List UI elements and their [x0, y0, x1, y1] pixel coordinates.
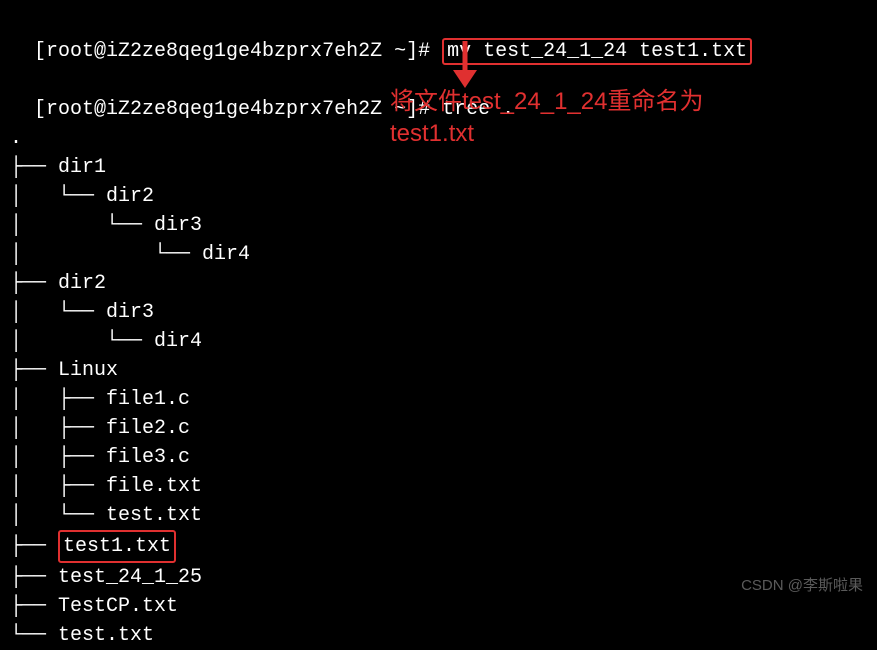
annotation-line-2: test1.txt: [390, 118, 703, 150]
tree-line: ├── dir2: [10, 269, 867, 298]
tree-line: │ └── dir3: [10, 298, 867, 327]
tree-line: │ ├── file.txt: [10, 472, 867, 501]
watermark: CSDN @李斯啦果: [741, 574, 863, 595]
tree-line: ├── dir1: [10, 153, 867, 182]
tree-line: ├── test_24_1_25: [10, 563, 867, 592]
renamed-file-highlight: test1.txt: [58, 530, 176, 563]
tree-line: │ ├── file3.c: [10, 443, 867, 472]
tree-prefix: ├──: [10, 535, 58, 558]
prompt-line-1[interactable]: [root@iZ2ze8qeg1ge4bzprx7eh2Z ~]# mv tes…: [10, 8, 867, 66]
tree-line: └── test.txt: [10, 621, 867, 650]
prompt-host: [root@iZ2ze8qeg1ge4bzprx7eh2Z ~]#: [34, 98, 442, 121]
tree-line-highlighted: ├── test1.txt: [10, 530, 867, 563]
tree-line: │ └── dir4: [10, 327, 867, 356]
tree-line: │ ├── file1.c: [10, 385, 867, 414]
annotation-line-1: 将文件test_24_1_24重命名为: [390, 86, 703, 118]
tree-line: │ └── dir3: [10, 211, 867, 240]
tree-line: │ ├── file2.c: [10, 414, 867, 443]
arrow-down-icon: [440, 38, 490, 88]
tree-line: │ └── test.txt: [10, 501, 867, 530]
tree-line: │ └── dir4: [10, 240, 867, 269]
annotation-text: 将文件test_24_1_24重命名为 test1.txt: [390, 86, 703, 151]
tree-line: ├── TestCP.txt: [10, 592, 867, 621]
prompt-host: [root@iZ2ze8qeg1ge4bzprx7eh2Z ~]#: [34, 40, 442, 63]
tree-line: ├── Linux: [10, 356, 867, 385]
tree-line: │ └── dir2: [10, 182, 867, 211]
